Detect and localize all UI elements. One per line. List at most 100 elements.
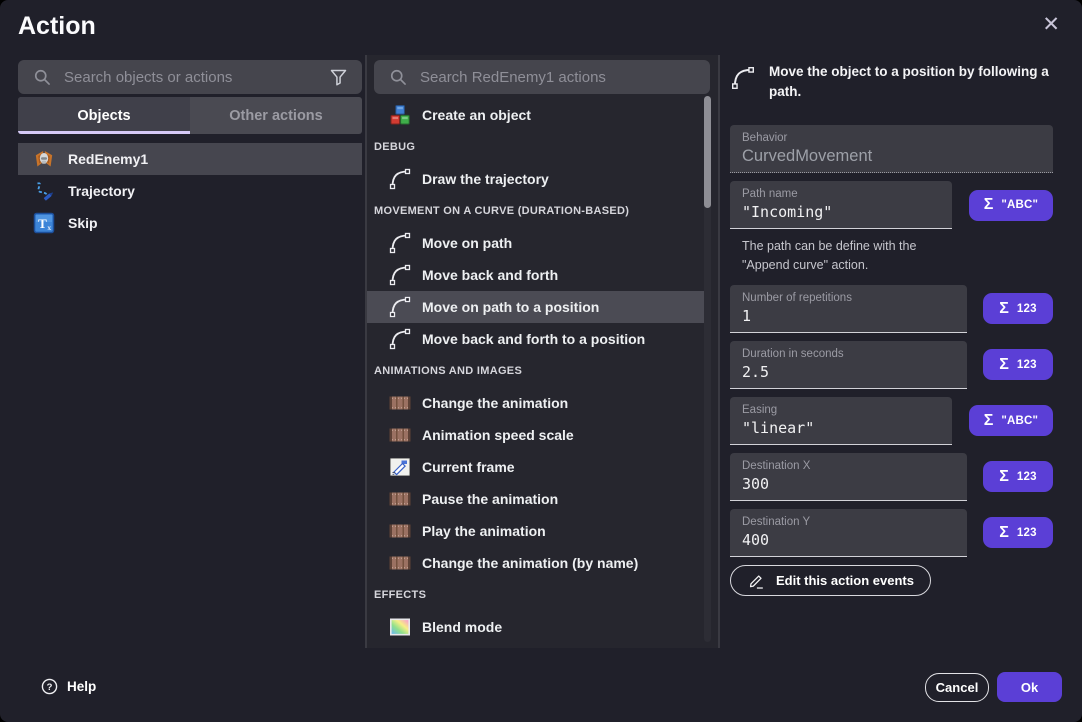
action-label: Create an object xyxy=(422,107,531,123)
close-icon[interactable]: ✕ xyxy=(1042,14,1060,35)
field-input-number-of-repetitions[interactable] xyxy=(742,307,955,325)
action-label: Move on path xyxy=(422,235,512,251)
action-label: Draw the trajectory xyxy=(422,171,549,187)
action-item-change-the-animation[interactable]: Change the animation xyxy=(367,387,704,419)
field-path-name[interactable]: Path name xyxy=(730,181,952,229)
expression-editor-button[interactable]: Σ 123 xyxy=(983,349,1053,380)
section-header-animations-and-images: ANIMATIONS AND IMAGES xyxy=(367,355,704,387)
field-label: Behavior xyxy=(742,132,1041,144)
field-label: Number of repetitions xyxy=(742,292,955,304)
sigma-icon: Σ xyxy=(984,197,994,213)
action-label: Blend mode xyxy=(422,619,502,635)
curve-icon xyxy=(388,295,412,319)
field-input-easing[interactable] xyxy=(742,419,940,437)
search-icon xyxy=(30,65,54,89)
objects-search-input[interactable] xyxy=(64,69,316,86)
expression-editor-button[interactable]: Σ123 xyxy=(983,461,1053,492)
action-item-play-the-animation[interactable]: Play the animation xyxy=(367,515,704,547)
action-label: Play the animation xyxy=(422,523,546,539)
action-item-draw-the-trajectory[interactable]: Draw the trajectory xyxy=(367,163,704,195)
tab-other-actions[interactable]: Other actions xyxy=(190,97,362,134)
expression-editor-button[interactable]: Σ 123 xyxy=(983,293,1053,324)
svg-text:?: ? xyxy=(47,682,53,693)
expression-type-label: "ABC" xyxy=(1001,199,1038,211)
objects-panel: Objects Other actions RedEnemy1 Trajector… xyxy=(18,60,362,239)
field-destination-y[interactable]: Destination Y xyxy=(730,509,967,557)
field-row: Easing Σ"ABC" xyxy=(730,397,1053,445)
action-item-animation-speed-scale[interactable]: Animation speed scale xyxy=(367,419,704,451)
cancel-button[interactable]: Cancel xyxy=(925,673,989,702)
sigma-icon: Σ xyxy=(999,525,1009,541)
curve-icon xyxy=(388,263,412,287)
expression-editor-button[interactable]: Σ123 xyxy=(983,517,1053,548)
field-row: Duration in seconds Σ 123 xyxy=(730,341,1053,389)
action-label: Move back and forth xyxy=(422,267,558,283)
field-duration-in-seconds[interactable]: Duration in seconds xyxy=(730,341,967,389)
action-item-change-the-animation-by-name[interactable]: Change the animation (by name) xyxy=(367,547,704,579)
search-icon xyxy=(386,65,410,89)
curve-icon xyxy=(388,167,412,191)
svg-text:T: T xyxy=(38,216,47,231)
action-label: Pause the animation xyxy=(422,491,558,507)
panel-divider xyxy=(718,55,720,648)
expression-type-label: 123 xyxy=(1017,359,1037,371)
trajectory-icon xyxy=(32,179,56,203)
sigma-icon: Σ xyxy=(999,301,1009,317)
object-item-redenemy1[interactable]: RedEnemy1 xyxy=(18,143,362,175)
object-item-skip[interactable]: Tx Skip xyxy=(18,207,362,239)
sigma-icon: Σ xyxy=(999,469,1009,485)
field-input-duration-in-seconds[interactable] xyxy=(742,363,955,381)
expression-type-label: 123 xyxy=(1017,303,1037,315)
expression-editor-button[interactable]: Σ "ABC" xyxy=(969,190,1053,221)
field-destination-x[interactable]: Destination X xyxy=(730,453,967,501)
tab-objects[interactable]: Objects xyxy=(18,97,190,134)
help-button[interactable]: ? Help xyxy=(40,677,96,696)
object-label: Skip xyxy=(68,215,98,231)
object-item-trajectory[interactable]: Trajectory xyxy=(18,175,362,207)
action-item-blend-mode[interactable]: Blend mode xyxy=(367,611,704,643)
action-label: Move back and forth to a position xyxy=(422,331,645,347)
action-item-move-on-path[interactable]: Move on path xyxy=(367,227,704,259)
field-label: Duration in seconds xyxy=(742,348,955,360)
action-item-current-frame[interactable]: Current frame xyxy=(367,451,704,483)
expression-editor-button[interactable]: Σ"ABC" xyxy=(969,405,1053,436)
field-helper-text: The path can be define with the "Append … xyxy=(742,237,942,275)
field-row: Path name Σ "ABC" xyxy=(730,181,1053,229)
film-icon xyxy=(388,487,412,511)
action-item-create-an-object[interactable]: Create an object xyxy=(367,99,704,131)
action-description: Move the object to a position by followi… xyxy=(769,62,1053,101)
funnel-icon[interactable] xyxy=(326,65,350,89)
field-input-path-name[interactable] xyxy=(742,203,940,221)
film-icon xyxy=(388,519,412,543)
curve-icon xyxy=(730,65,756,91)
scrollbar-thumb[interactable] xyxy=(704,96,711,208)
curve-icon xyxy=(388,231,412,255)
field-easing[interactable]: Easing xyxy=(730,397,952,445)
action-label: Animation speed scale xyxy=(422,427,574,443)
action-list: Create an object DEBUG Draw the trajectory… xyxy=(367,99,704,643)
curve-icon xyxy=(388,327,412,351)
sigma-icon: Σ xyxy=(999,357,1009,373)
action-item-move-back-and-forth[interactable]: Move back and forth xyxy=(367,259,704,291)
dialog-title: Action xyxy=(18,12,96,41)
action-label: Change the animation xyxy=(422,395,568,411)
actions-search-input[interactable] xyxy=(420,69,698,86)
section-header-debug: DEBUG xyxy=(367,131,704,163)
blend-icon xyxy=(388,615,412,639)
svg-text:x: x xyxy=(47,223,51,232)
action-item-move-on-path-to-a-position[interactable]: Move on path to a position xyxy=(367,291,704,323)
ok-button[interactable]: Ok xyxy=(997,672,1062,702)
field-label: Destination Y xyxy=(742,516,955,528)
object-label: RedEnemy1 xyxy=(68,151,148,167)
field-input-destination-y[interactable] xyxy=(742,531,955,549)
scrollbar-track[interactable] xyxy=(704,96,711,642)
field-value: CurvedMovement xyxy=(742,147,1041,166)
field-input-destination-x[interactable] xyxy=(742,475,955,493)
action-item-pause-the-animation[interactable]: Pause the animation xyxy=(367,483,704,515)
edit-action-events-button[interactable]: Edit this action events xyxy=(730,565,931,596)
field-number-of-repetitions[interactable]: Number of repetitions xyxy=(730,285,967,333)
sigma-icon: Σ xyxy=(984,413,994,429)
text-object-icon: Tx xyxy=(32,211,56,235)
field-behavior: Behavior CurvedMovement xyxy=(730,125,1053,173)
action-item-move-back-and-forth-to-a-position[interactable]: Move back and forth to a position xyxy=(367,323,704,355)
